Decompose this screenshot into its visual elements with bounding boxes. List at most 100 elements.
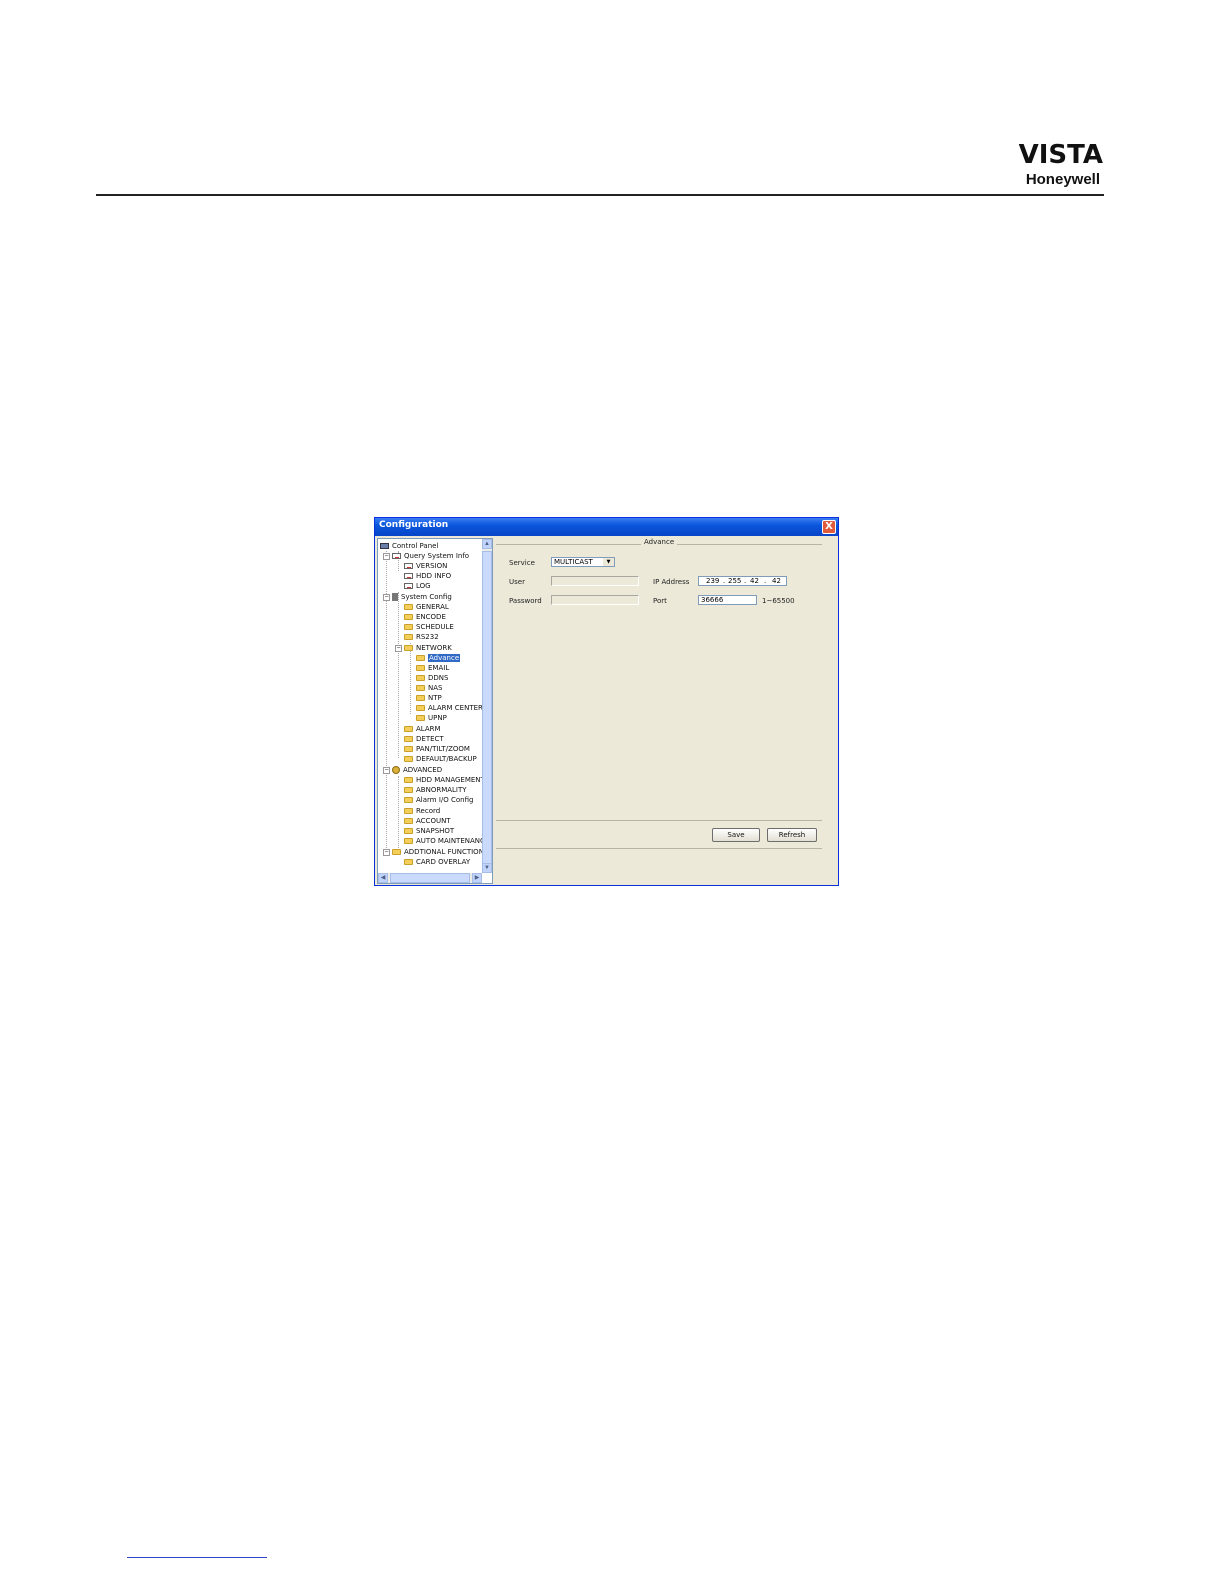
user-field[interactable] (551, 576, 639, 586)
collapse-icon[interactable]: − (383, 849, 390, 856)
folder-icon (404, 859, 413, 865)
folder-icon (416, 665, 425, 671)
folder-icon (404, 645, 413, 651)
tree-item-alarm-io-config[interactable]: Alarm I/O Config (404, 795, 473, 805)
folder-icon (416, 685, 425, 691)
tree-item-encode[interactable]: ENCODE (404, 612, 446, 622)
save-button[interactable]: Save (712, 828, 760, 842)
tree-item-upnp[interactable]: UPNP (416, 713, 447, 723)
folder-icon (416, 675, 425, 681)
tree-item-pan-tilt-zoom[interactable]: PAN/TILT/ZOOM (404, 744, 470, 754)
scroll-right-icon[interactable]: ▶ (472, 873, 482, 883)
refresh-button[interactable]: Refresh (767, 828, 817, 842)
chevron-down-icon[interactable]: ▼ (603, 558, 614, 566)
folder-icon (404, 818, 413, 824)
collapse-icon[interactable]: − (395, 645, 402, 652)
tree-item-alarm[interactable]: ALARM (404, 724, 441, 734)
port-field[interactable]: 36666 (698, 595, 757, 605)
service-value: MULTICAST (554, 558, 593, 566)
notepad-icon (404, 563, 413, 569)
folder-icon (416, 715, 425, 721)
tree-item-query-system-info[interactable]: Query System Info (392, 551, 469, 561)
folder-icon (404, 624, 413, 630)
tree-item-nas[interactable]: NAS (416, 683, 442, 693)
folder-icon (404, 604, 413, 610)
tree-item-snapshot[interactable]: SNAPSHOT (404, 826, 454, 836)
service-select[interactable]: MULTICAST ▼ (551, 557, 615, 567)
scroll-up-icon[interactable]: ▲ (482, 539, 492, 549)
tree-item-card-overlay[interactable]: CARD OVERLAY (404, 857, 470, 867)
button-bar-bottom-line (496, 848, 822, 849)
folder-icon (404, 614, 413, 620)
close-button[interactable]: X (822, 520, 836, 534)
tree-item-ntp[interactable]: NTP (416, 693, 442, 703)
tree-item-alarm-center[interactable]: ALARM CENTER (416, 703, 483, 713)
tree-item-system-config[interactable]: System Config (392, 592, 452, 602)
scroll-down-icon[interactable]: ▼ (482, 863, 492, 873)
folder-icon (416, 695, 425, 701)
tree-item-email[interactable]: EMAIL (416, 663, 449, 673)
tree-item-auto-maintenance[interactable]: AUTO MAINTENANC (404, 836, 485, 846)
tree-item-detect[interactable]: DETECT (404, 734, 444, 744)
ip-octet-4[interactable]: 42 (772, 577, 781, 585)
tools-icon (392, 593, 398, 601)
folder-icon (404, 808, 413, 814)
tree-item-abnormality[interactable]: ABNORMALITY (404, 785, 467, 795)
folder-icon (404, 777, 413, 783)
advance-settings-panel: Advance Service MULTICAST ▼ User Passwor… (495, 538, 836, 884)
scroll-left-icon[interactable]: ◀ (378, 873, 388, 883)
tree-item-account[interactable]: ACCOUNT (404, 816, 451, 826)
tree-item-hdd-info[interactable]: HDD INFO (404, 571, 451, 581)
collapse-icon[interactable]: − (383, 553, 390, 560)
ip-octet-1[interactable]: 239 (706, 577, 719, 585)
folder-icon (404, 787, 413, 793)
navigation-tree: Control Panel − Query System Info VERSIO… (377, 538, 493, 884)
notepad-icon (404, 583, 413, 589)
tree-item-control-panel[interactable]: Control Panel (380, 541, 438, 551)
tree-item-network[interactable]: NETWORK (404, 643, 452, 653)
tree-item-version[interactable]: VERSION (404, 561, 447, 571)
folder-icon (404, 736, 413, 742)
logo-vista-text: VISTA (1018, 140, 1103, 170)
folder-icon (416, 705, 425, 711)
port-label: Port (653, 597, 667, 605)
tree-item-log[interactable]: LOG (404, 581, 431, 591)
folder-icon (404, 838, 413, 844)
tree-item-default-backup[interactable]: DEFAULT/BACKUP (404, 754, 477, 764)
ip-octet-3[interactable]: 42 (750, 577, 759, 585)
tree-item-schedule[interactable]: SCHEDULE (404, 622, 454, 632)
folder-icon (404, 746, 413, 752)
folder-icon (392, 849, 401, 855)
ip-octet-2[interactable]: 255 (728, 577, 741, 585)
notepad-icon (392, 553, 401, 559)
tree-vertical-scrollbar[interactable]: ▲ ▼ (482, 539, 492, 873)
password-field[interactable] (551, 595, 639, 605)
group-title: Advance (641, 538, 678, 546)
folder-icon (404, 726, 413, 732)
folder-icon (404, 828, 413, 834)
tree-item-record[interactable]: Record (404, 806, 440, 816)
tree-item-rs232[interactable]: RS232 (404, 632, 439, 642)
collapse-icon[interactable]: − (383, 594, 390, 601)
ip-address-field[interactable]: 239 . 255 . 42 . 42 (698, 576, 787, 586)
folder-icon (404, 634, 413, 640)
header-divider (96, 194, 1104, 196)
service-label: Service (509, 559, 535, 567)
tree-item-advance[interactable]: Advance (416, 653, 461, 663)
folder-icon (404, 797, 413, 803)
window-title: Configuration (379, 520, 449, 530)
tree-item-hdd-management[interactable]: HDD MANAGEMENT (404, 775, 485, 785)
tree-item-ddns[interactable]: DDNS (416, 673, 448, 683)
folder-icon (416, 655, 425, 661)
vertical-scroll-thumb[interactable] (482, 551, 492, 869)
gear-icon (392, 766, 400, 774)
window-titlebar[interactable]: Configuration X (375, 518, 838, 536)
tree-item-additional-function[interactable]: ADDTIONAL FUNCTION (392, 847, 484, 857)
password-label: Password (509, 597, 542, 605)
footer-link-underline[interactable] (127, 1557, 267, 1558)
tree-horizontal-scrollbar[interactable]: ◀ ▶ (378, 873, 482, 883)
tree-item-advanced[interactable]: ADVANCED (392, 765, 442, 775)
collapse-icon[interactable]: − (383, 767, 390, 774)
horizontal-scroll-thumb[interactable] (390, 873, 470, 883)
tree-item-general[interactable]: GENERAL (404, 602, 449, 612)
